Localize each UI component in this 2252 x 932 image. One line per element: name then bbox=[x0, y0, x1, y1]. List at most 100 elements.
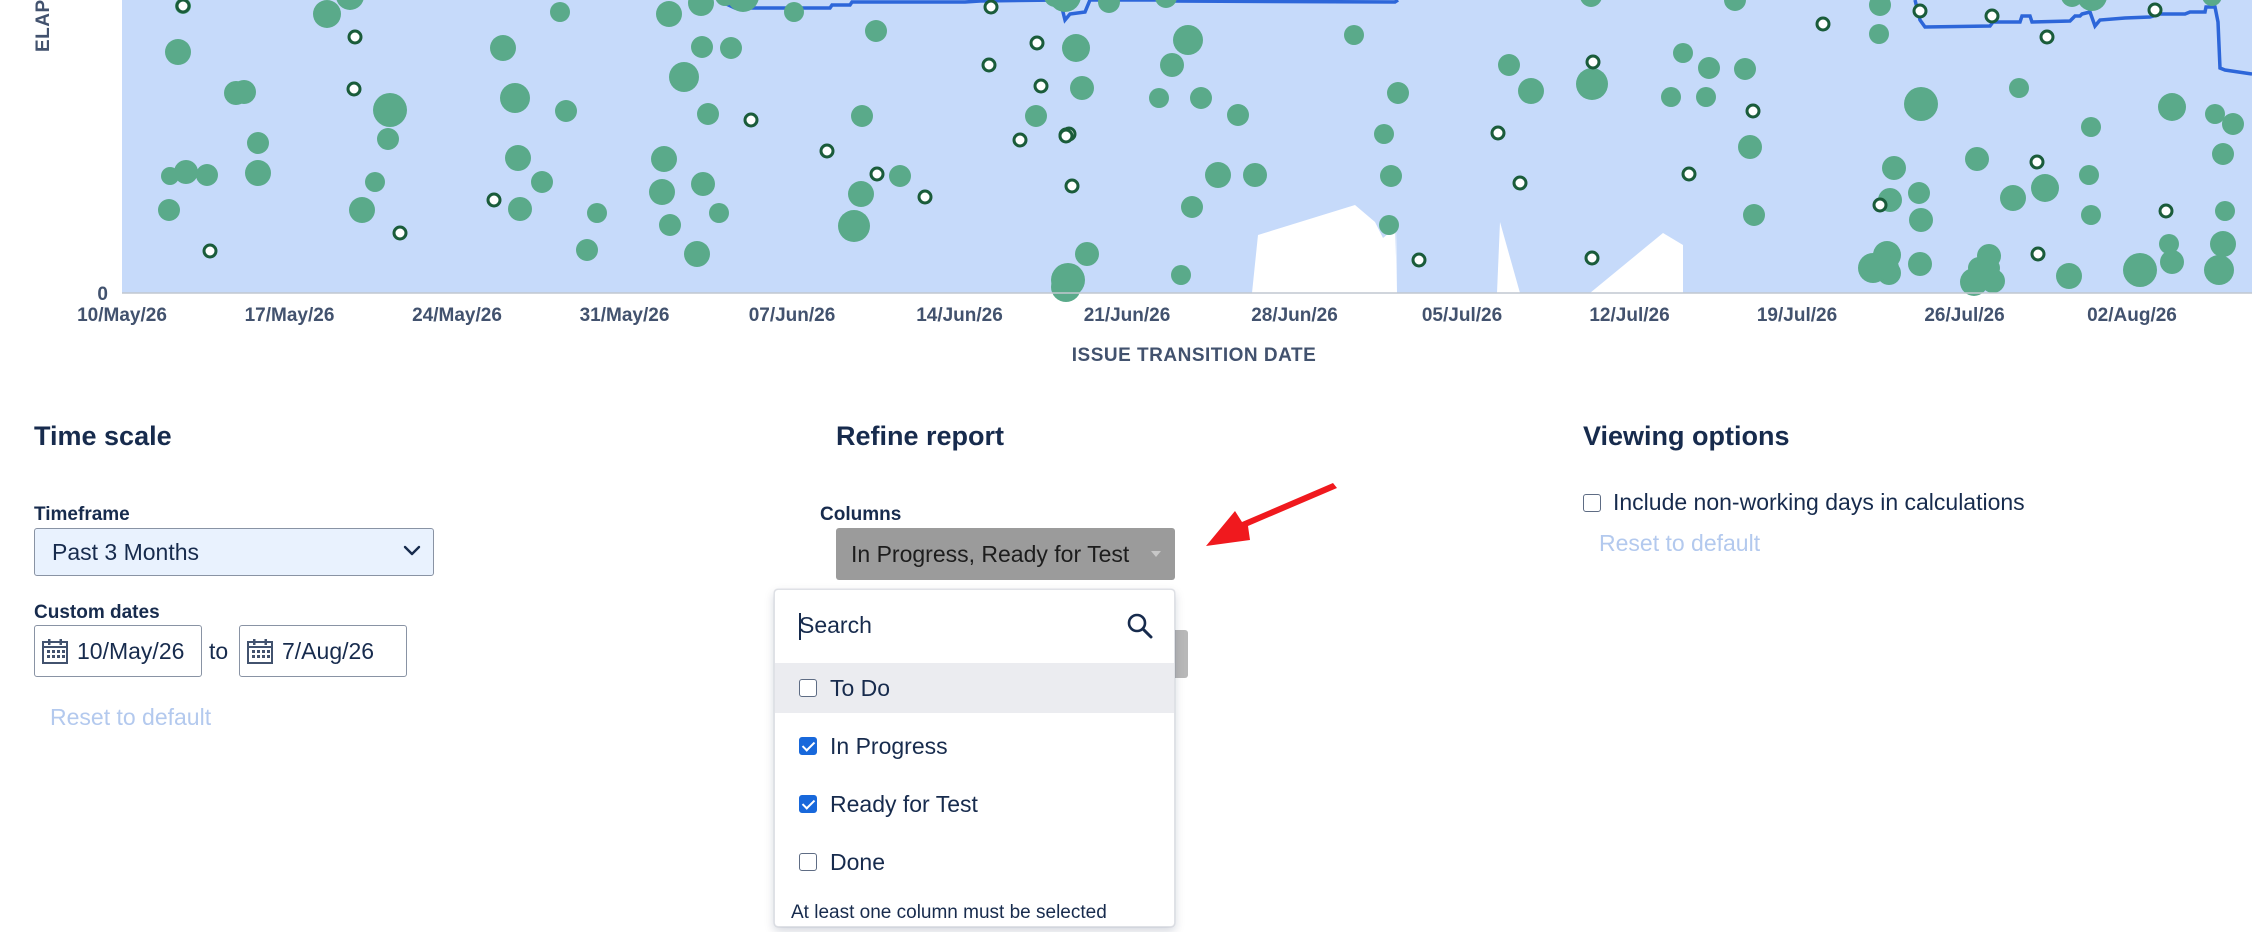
checkbox[interactable] bbox=[799, 679, 817, 697]
outlier-dot[interactable] bbox=[202, 243, 218, 259]
issue-dot[interactable] bbox=[2081, 205, 2101, 225]
issue-dot[interactable] bbox=[1205, 162, 1231, 188]
outlier-dot[interactable] bbox=[1745, 103, 1761, 119]
issue-dot[interactable] bbox=[720, 37, 742, 59]
issue-dot[interactable] bbox=[196, 164, 218, 186]
issue-dot[interactable] bbox=[1051, 272, 1081, 302]
issue-dot[interactable] bbox=[587, 203, 607, 223]
issue-dot[interactable] bbox=[500, 83, 530, 113]
issue-dot[interactable] bbox=[555, 100, 577, 122]
issue-dot[interactable] bbox=[697, 103, 719, 125]
issue-dot[interactable] bbox=[165, 39, 191, 65]
issue-dot[interactable] bbox=[373, 93, 407, 127]
issue-dot[interactable] bbox=[1980, 258, 2000, 278]
search-icon[interactable] bbox=[1126, 612, 1154, 640]
issue-dot[interactable] bbox=[1743, 204, 1765, 226]
from-date-input[interactable]: 10/May/26 bbox=[34, 625, 202, 677]
outlier-dot[interactable] bbox=[1815, 16, 1831, 32]
checkbox[interactable] bbox=[799, 853, 817, 871]
issue-dot[interactable] bbox=[531, 171, 553, 193]
issue-dot[interactable] bbox=[1696, 87, 1716, 107]
issue-dot[interactable] bbox=[1875, 256, 1899, 280]
issue-dot[interactable] bbox=[2212, 143, 2234, 165]
issue-dot[interactable] bbox=[1190, 87, 1212, 109]
checkbox[interactable] bbox=[799, 737, 817, 755]
issue-dot[interactable] bbox=[851, 105, 873, 127]
issue-dot[interactable] bbox=[550, 2, 570, 22]
viewing-options-reset-link[interactable]: Reset to default bbox=[1599, 530, 1760, 557]
non-working-days-option[interactable]: Include non-working days in calculations bbox=[1583, 489, 2025, 516]
issue-dot[interactable] bbox=[1344, 25, 1364, 45]
issue-dot[interactable] bbox=[365, 172, 385, 192]
checkbox[interactable] bbox=[799, 795, 817, 813]
issue-dot[interactable] bbox=[1070, 76, 1094, 100]
issue-dot[interactable] bbox=[1908, 182, 1930, 204]
outlier-dot[interactable] bbox=[1058, 128, 1074, 144]
issue-dot[interactable] bbox=[1227, 104, 1249, 126]
issue-dot[interactable] bbox=[2056, 263, 2082, 289]
issue-dot[interactable] bbox=[2000, 185, 2026, 211]
outlier-dot[interactable] bbox=[819, 143, 835, 159]
issue-dot[interactable] bbox=[2205, 104, 2225, 124]
issue-dot[interactable] bbox=[247, 132, 269, 154]
outlier-dot[interactable] bbox=[1033, 78, 1049, 94]
issue-dot[interactable] bbox=[2081, 117, 2101, 137]
outlier-dot[interactable] bbox=[1984, 8, 2000, 24]
outlier-dot[interactable] bbox=[1012, 132, 1028, 148]
issue-dot[interactable] bbox=[1379, 215, 1399, 235]
issue-dot[interactable] bbox=[2158, 93, 2186, 121]
outlier-dot[interactable] bbox=[392, 225, 408, 241]
column-option-ready-for-test[interactable]: Ready for Test bbox=[775, 779, 1174, 829]
issue-dot[interactable] bbox=[1387, 82, 1409, 104]
outlier-dot[interactable] bbox=[1584, 250, 1600, 266]
issue-dot[interactable] bbox=[174, 160, 198, 184]
outlier-dot[interactable] bbox=[1872, 197, 1888, 213]
issue-dot[interactable] bbox=[684, 241, 710, 267]
issue-dot[interactable] bbox=[865, 20, 887, 42]
issue-dot[interactable] bbox=[651, 146, 677, 172]
issue-dot[interactable] bbox=[656, 1, 682, 27]
outlier-dot[interactable] bbox=[1490, 125, 1506, 141]
outlier-dot[interactable] bbox=[2030, 246, 2046, 262]
outlier-dot[interactable] bbox=[1029, 35, 1045, 51]
issue-dot[interactable] bbox=[1171, 265, 1191, 285]
issue-dot[interactable] bbox=[659, 214, 681, 236]
checkbox[interactable] bbox=[1583, 493, 1601, 512]
issue-dot[interactable] bbox=[1181, 196, 1203, 218]
issue-dot[interactable] bbox=[848, 181, 874, 207]
issue-dot[interactable] bbox=[377, 128, 399, 150]
issue-dot[interactable] bbox=[1149, 88, 1169, 108]
outlier-dot[interactable] bbox=[2039, 29, 2055, 45]
outlier-dot[interactable] bbox=[981, 57, 997, 73]
issue-dot[interactable] bbox=[1734, 58, 1756, 80]
outlier-dot[interactable] bbox=[983, 0, 999, 15]
issue-dot[interactable] bbox=[490, 35, 516, 61]
outlier-dot[interactable] bbox=[1064, 178, 1080, 194]
issue-dot[interactable] bbox=[784, 2, 804, 22]
outlier-dot[interactable] bbox=[1585, 54, 1601, 70]
issue-dot[interactable] bbox=[1160, 53, 1184, 77]
issue-dot[interactable] bbox=[709, 203, 729, 223]
columns-select-button[interactable]: In Progress, Ready for Test bbox=[836, 528, 1175, 580]
timeframe-select[interactable]: Past 3 Months bbox=[34, 528, 434, 576]
issue-dot[interactable] bbox=[2123, 253, 2157, 287]
outlier-dot[interactable] bbox=[175, 0, 191, 14]
issue-dot[interactable] bbox=[1738, 135, 1762, 159]
issue-dot[interactable] bbox=[2009, 78, 2029, 98]
issue-dot[interactable] bbox=[1869, 24, 1889, 44]
issue-dot[interactable] bbox=[2222, 113, 2244, 135]
outlier-dot[interactable] bbox=[1912, 3, 1928, 19]
issue-dot[interactable] bbox=[2160, 250, 2184, 274]
issue-dot[interactable] bbox=[2079, 165, 2099, 185]
issue-dot[interactable] bbox=[1673, 43, 1693, 63]
outlier-dot[interactable] bbox=[869, 166, 885, 182]
outlier-dot[interactable] bbox=[1512, 175, 1528, 191]
outlier-dot[interactable] bbox=[743, 112, 759, 128]
to-date-input[interactable]: 7/Aug/26 bbox=[239, 625, 407, 677]
issue-dot[interactable] bbox=[1243, 163, 1267, 187]
outlier-dot[interactable] bbox=[2158, 203, 2174, 219]
issue-dot[interactable] bbox=[158, 199, 180, 221]
issue-dot[interactable] bbox=[691, 36, 713, 58]
issue-dot[interactable] bbox=[313, 0, 341, 28]
time-scale-reset-link[interactable]: Reset to default bbox=[50, 704, 211, 731]
